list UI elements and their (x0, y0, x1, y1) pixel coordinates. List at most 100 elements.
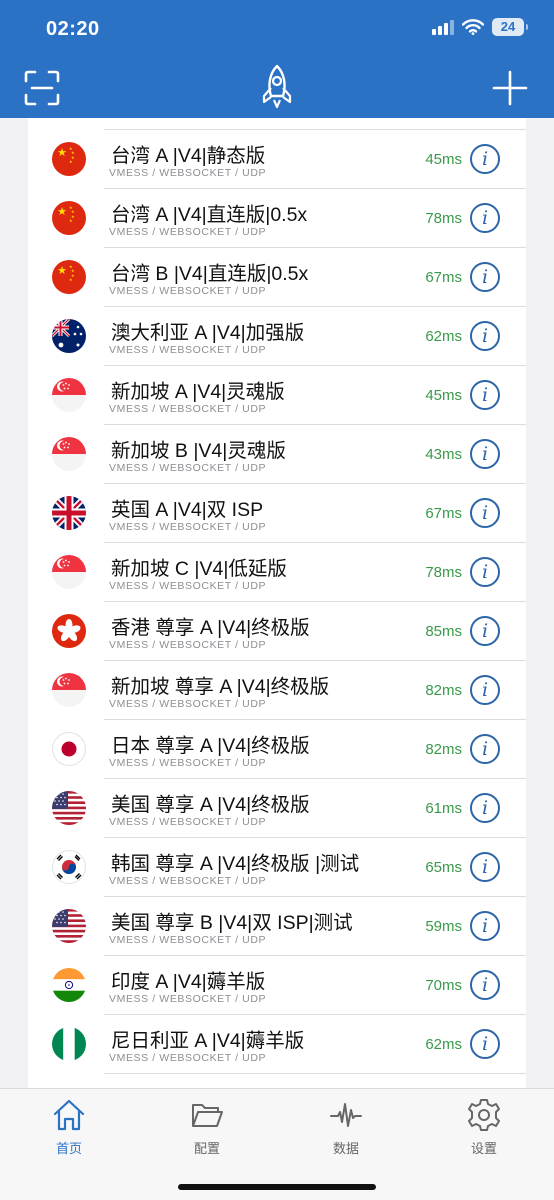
plus-icon (492, 70, 528, 106)
server-latency: 67ms (425, 269, 462, 286)
server-row[interactable]: 新加坡 A |V4|灵魂版 VMESS / WEBSOCKET / UDP 45ms… (28, 366, 526, 425)
info-icon[interactable]: i (470, 498, 500, 528)
server-row[interactable]: 英国 A |V4|双 ISP VMESS / WEBSOCKET / UDP 67m… (28, 484, 526, 543)
server-name: 台湾 B |V4|直连版|0.5x (111, 263, 309, 285)
flag-sg-icon (52, 673, 86, 707)
server-row[interactable]: 香港 尊享 A |V4|终极版 VMESS / WEBSOCKET / UDP 85… (28, 602, 526, 661)
server-name: 新加坡 尊享 A |V4|终极版 (111, 676, 330, 698)
server-latency: 82ms (425, 741, 462, 758)
svg-text:★: ★ (57, 205, 67, 218)
server-row[interactable]: 美国 尊享 A |V4|终极版 VMESS / WEBSOCKET / UDP 61… (28, 779, 526, 838)
info-icon[interactable]: i (470, 203, 500, 233)
server-name: 日本 尊享 A |V4|终极版 (111, 735, 310, 757)
info-icon[interactable]: i (470, 144, 500, 174)
server-name: 美国 尊享 A |V4|终极版 (111, 794, 310, 816)
server-protocol: VMESS / WEBSOCKET / UDP (109, 521, 267, 533)
server-name: 印度 A |V4|薅羊版 (111, 971, 266, 993)
server-latency: 78ms (425, 210, 462, 227)
tab-home[interactable]: 首页 (9, 1089, 129, 1169)
server-protocol: VMESS / WEBSOCKET / UDP (109, 639, 267, 651)
server-row[interactable]: 美国 尊享 B |V4|双 ISP|测试 VMESS / WEBSOCKET / … (28, 897, 526, 956)
home-icon (53, 1099, 85, 1131)
server-row[interactable]: 澳大利亚 A |V4|加强版 VMESS / WEBSOCKET / UDP 62m… (28, 307, 526, 366)
tab-data[interactable]: 数据 (286, 1089, 406, 1169)
server-name: 台湾 A |V4|静态版 (111, 145, 266, 167)
info-icon[interactable]: i (470, 970, 500, 1000)
add-button[interactable] (490, 68, 530, 108)
app-header: 02:20 24 (0, 0, 554, 118)
flag-sg-icon (52, 378, 86, 412)
server-row[interactable]: 新加坡 C |V4|低延版 VMESS / WEBSOCKET / UDP 78ms… (28, 543, 526, 602)
server-latency: 67ms (425, 505, 462, 522)
server-latency: 70ms (425, 977, 462, 994)
server-list[interactable]: 香港 C |V4|加强版VMESS / WEBSOCKET / UDP90msi… (28, 118, 526, 1088)
server-row[interactable]: 印度 A |V4|薅羊版 VMESS / WEBSOCKET / UDP 70ms i (28, 956, 526, 1015)
flag-cn-icon: ★ ★★★★ (52, 260, 86, 294)
info-icon[interactable]: i (470, 262, 500, 292)
server-protocol: VMESS / WEBSOCKET / UDP (109, 875, 267, 887)
server-latency: 78ms (425, 564, 462, 581)
home-indicator (178, 1184, 376, 1190)
server-row[interactable]: ★ ★ ★ ★ ★ 台湾 A |V4|静态版 VMESS / WEBSOCKET / UDP… (28, 130, 526, 189)
status-time: 02:20 (46, 18, 100, 40)
tab-config[interactable]: 配置 (147, 1089, 267, 1169)
flag-cn-icon: ★ ★★★★ (52, 201, 86, 235)
flag-gb-icon (52, 496, 86, 530)
folder-icon (192, 1104, 223, 1127)
server-row[interactable]: 新加坡 尊享 A |V4|终极版 VMESS / WEBSOCKET / UDP 8… (28, 661, 526, 720)
flag-in-icon (52, 968, 86, 1002)
server-protocol: VMESS / WEBSOCKET / UDP (109, 462, 267, 474)
server-protocol: VMESS / WEBSOCKET / UDP (109, 226, 267, 238)
server-latency: 59ms (425, 918, 462, 935)
info-icon[interactable]: i (470, 911, 500, 941)
server-row[interactable]: 新加坡 B |V4|灵魂版 VMESS / WEBSOCKET / UDP 43ms… (28, 425, 526, 484)
flag-cn-icon: ★ ★★★★ (52, 142, 86, 176)
server-name: 澳大利亚 A |V4|加强版 (111, 322, 305, 344)
server-row[interactable]: 尼日利亚 A |V4|薅羊版 VMESS / WEBSOCKET / UDP 62m… (28, 1015, 526, 1074)
server-latency: 82ms (425, 682, 462, 699)
server-name: 英国 A |V4|双 ISP (111, 499, 264, 521)
server-row[interactable]: 韩国 尊享 A |V4|终极版 |测试 VMESS / WEBSOCKET / U… (28, 838, 526, 897)
server-row[interactable]: ★ ★ ★ ★ ★ 台湾 B |V4|直连版|0.5x VMESS / WEBSOCKET … (28, 248, 526, 307)
server-protocol: VMESS / WEBSOCKET / UDP (109, 167, 267, 179)
cellular-signal-icon (432, 19, 454, 35)
server-protocol: VMESS / WEBSOCKET / UDP (109, 285, 267, 297)
server-protocol: VMESS / WEBSOCKET / UDP (109, 816, 267, 828)
info-icon[interactable]: i (470, 321, 500, 351)
info-icon[interactable]: i (470, 616, 500, 646)
scan-icon (24, 70, 60, 106)
wifi-icon (462, 19, 484, 35)
svg-text:★: ★ (69, 218, 73, 223)
server-row[interactable]: ★ ★ ★ ★ ★ 台湾 A |V4|直连版|0.5x VMESS / WEBSOCKET … (28, 189, 526, 248)
info-icon[interactable]: i (470, 557, 500, 587)
tab-settings[interactable]: 设置 (424, 1089, 544, 1169)
scan-button[interactable] (22, 68, 62, 108)
info-icon[interactable]: i (470, 852, 500, 882)
server-latency: 62ms (425, 328, 462, 345)
server-latency: 85ms (425, 623, 462, 640)
server-protocol: VMESS / WEBSOCKET / UDP (109, 118, 266, 120)
server-row[interactable]: 香港 C |V4|加强版VMESS / WEBSOCKET / UDP90msi (28, 118, 526, 130)
flag-sg-icon (52, 555, 86, 589)
flag-ng-icon (52, 1027, 86, 1061)
info-icon[interactable]: i (470, 793, 500, 823)
server-name: 台湾 A |V4|直连版|0.5x (111, 204, 308, 226)
server-row[interactable]: 日本 尊享 A |V4|终极版 VMESS / WEBSOCKET / UDP 82… (28, 720, 526, 779)
flag-au-icon (52, 319, 86, 353)
server-name: 新加坡 C |V4|低延版 (111, 558, 287, 580)
info-icon[interactable]: i (470, 675, 500, 705)
svg-text:★: ★ (69, 277, 73, 282)
server-protocol: VMESS / WEBSOCKET / UDP (109, 580, 267, 592)
activity-icon (330, 1103, 362, 1127)
flag-sg-icon (52, 437, 86, 471)
info-icon[interactable]: i (470, 380, 500, 410)
server-latency: 45ms (425, 151, 462, 168)
gear-icon (468, 1099, 500, 1131)
svg-text:★: ★ (69, 159, 73, 164)
tab-home-label: 首页 (55, 1141, 82, 1156)
tab-settings-label: 设置 (470, 1141, 497, 1156)
info-icon[interactable]: i (470, 1029, 500, 1059)
info-icon[interactable]: i (470, 439, 500, 469)
rocket-icon (262, 64, 292, 109)
info-icon[interactable]: i (470, 734, 500, 764)
